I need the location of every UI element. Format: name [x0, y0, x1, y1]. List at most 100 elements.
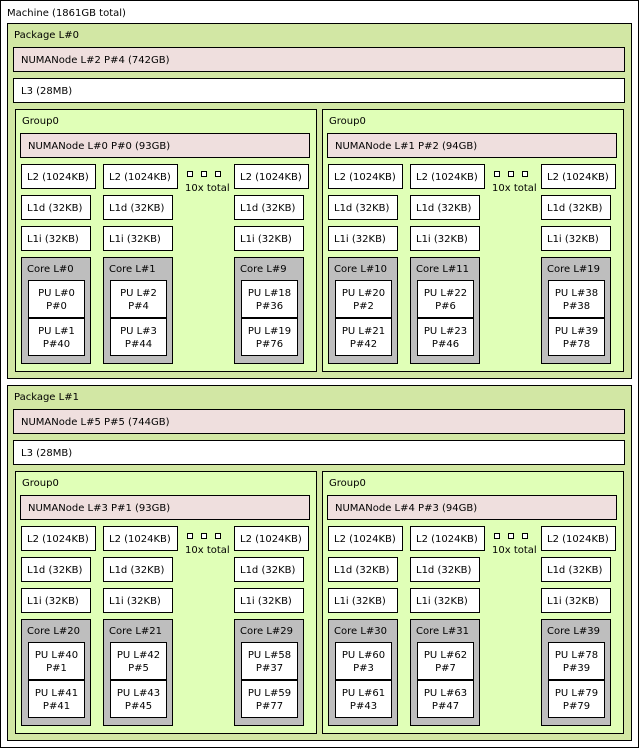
l1d-label: L1d (32KB): [240, 565, 296, 576]
l1i-label: L1i (32KB): [416, 234, 468, 245]
pu-physical-index: P#6: [435, 301, 456, 312]
l1i-label: L1i (32KB): [240, 234, 292, 245]
pu-box: PU L#60 P#3: [335, 642, 392, 680]
ellipsis-square-icon: [187, 171, 193, 177]
core-count-total: 10x total: [185, 183, 230, 194]
l2-label: L2 (1024KB): [547, 534, 609, 545]
group-label: Group0: [22, 478, 59, 489]
pu-label: PU L#63: [423, 688, 468, 699]
core-label: Core L#19: [547, 264, 600, 275]
l1d-label: L1d (32KB): [416, 203, 472, 214]
pu-label: PU L#23: [423, 326, 468, 337]
l1d-label: L1d (32KB): [334, 203, 390, 214]
pu-physical-index: P#37: [255, 663, 284, 674]
core-label: Core L#39: [547, 626, 600, 637]
l1i-label: L1i (32KB): [240, 596, 292, 607]
pu-box: PU L#61 P#43: [335, 680, 392, 718]
core-label: Core L#0: [27, 264, 74, 275]
pu-box: PU L#22 P#6: [417, 280, 474, 318]
l2-label: L2 (1024KB): [109, 172, 171, 183]
l1i-label: L1i (32KB): [334, 234, 386, 245]
ellipsis-square-icon: [187, 533, 193, 539]
l1i-label: L1i (32KB): [416, 596, 468, 607]
l3-label: L3 (28MB): [21, 86, 73, 97]
pu-physical-index: P#79: [562, 701, 591, 712]
core-label: Core L#1: [109, 264, 156, 275]
pu-physical-index: P#3: [353, 663, 374, 674]
pu-box: PU L#59 P#77: [241, 680, 298, 718]
pu-physical-index: P#42: [349, 339, 378, 350]
pu-box: PU L#40 P#1: [28, 642, 85, 680]
pu-box: PU L#41 P#41: [28, 680, 85, 718]
group-label: Group0: [329, 478, 366, 489]
package-label: Package L#1: [14, 392, 79, 403]
pu-box: PU L#62 P#7: [417, 642, 474, 680]
l1i-label: L1i (32KB): [109, 596, 161, 607]
pu-physical-index: P#2: [353, 301, 374, 312]
ellipsis-square-icon: [215, 171, 221, 177]
pu-physical-index: P#0: [46, 301, 67, 312]
pu-label: PU L#59: [247, 688, 292, 699]
pu-box: PU L#58 P#37: [241, 642, 298, 680]
core-count-total: 10x total: [492, 183, 537, 194]
l1i-label: L1i (32KB): [109, 234, 161, 245]
l1d-label: L1d (32KB): [240, 203, 296, 214]
pu-label: PU L#61: [341, 688, 386, 699]
l1i-label: L1i (32KB): [547, 234, 599, 245]
l3-label: L3 (28MB): [21, 448, 73, 459]
ellipsis-square-icon: [494, 533, 500, 539]
l1d-label: L1d (32KB): [27, 203, 83, 214]
pu-physical-index: P#5: [128, 663, 149, 674]
l1d-label: L1d (32KB): [109, 203, 165, 214]
pu-physical-index: P#38: [562, 301, 591, 312]
pu-label: PU L#41: [34, 688, 79, 699]
pu-label: PU L#19: [247, 326, 292, 337]
pu-box: PU L#78 P#39: [548, 642, 605, 680]
l1d-label: L1d (32KB): [547, 565, 603, 576]
core-label: Core L#10: [334, 264, 387, 275]
l1i-label: L1i (32KB): [547, 596, 599, 607]
core-count-total: 10x total: [492, 545, 537, 556]
l2-label: L2 (1024KB): [334, 534, 396, 545]
l3-cache: [13, 440, 625, 465]
package-numa-label: NUMANode L#5 P#5 (744GB): [21, 417, 170, 428]
pu-label: PU L#40: [34, 650, 79, 661]
core-label: Core L#30: [334, 626, 387, 637]
pu-label: PU L#78: [554, 650, 599, 661]
group-numa-label: NUMANode L#0 P#0 (93GB): [28, 141, 171, 152]
l1d-label: L1d (32KB): [27, 565, 83, 576]
core-label: Core L#11: [416, 264, 469, 275]
pu-label: PU L#3: [120, 326, 157, 337]
pu-label: PU L#22: [423, 288, 468, 299]
pu-physical-index: P#4: [128, 301, 149, 312]
pu-physical-index: P#41: [42, 701, 71, 712]
pu-label: PU L#38: [554, 288, 599, 299]
l3-cache: [13, 78, 625, 103]
pu-box: PU L#43 P#45: [110, 680, 167, 718]
pu-label: PU L#0: [38, 288, 75, 299]
l1d-label: L1d (32KB): [109, 565, 165, 576]
l2-label: L2 (1024KB): [416, 534, 478, 545]
pu-box: PU L#38 P#38: [548, 280, 605, 318]
pu-physical-index: P#47: [431, 701, 460, 712]
ellipsis-square-icon: [201, 533, 207, 539]
core-label: Core L#21: [109, 626, 162, 637]
pu-box: PU L#2 P#4: [110, 280, 167, 318]
pu-physical-index: P#44: [124, 339, 153, 350]
pu-label: PU L#18: [247, 288, 292, 299]
l2-label: L2 (1024KB): [240, 172, 302, 183]
l2-label: L2 (1024KB): [27, 534, 89, 545]
machine-label: Machine (1861GB total): [7, 8, 126, 19]
core-label: Core L#20: [27, 626, 80, 637]
package-label: Package L#0: [14, 30, 79, 41]
l2-label: L2 (1024KB): [416, 172, 478, 183]
l1i-label: L1i (32KB): [27, 596, 79, 607]
l2-label: L2 (1024KB): [334, 172, 396, 183]
pu-box: PU L#79 P#79: [548, 680, 605, 718]
l1d-label: L1d (32KB): [547, 203, 603, 214]
l2-label: L2 (1024KB): [109, 534, 171, 545]
pu-box: PU L#3 P#44: [110, 318, 167, 356]
pu-physical-index: P#39: [562, 663, 591, 674]
group-label: Group0: [22, 116, 59, 127]
l2-label: L2 (1024KB): [547, 172, 609, 183]
